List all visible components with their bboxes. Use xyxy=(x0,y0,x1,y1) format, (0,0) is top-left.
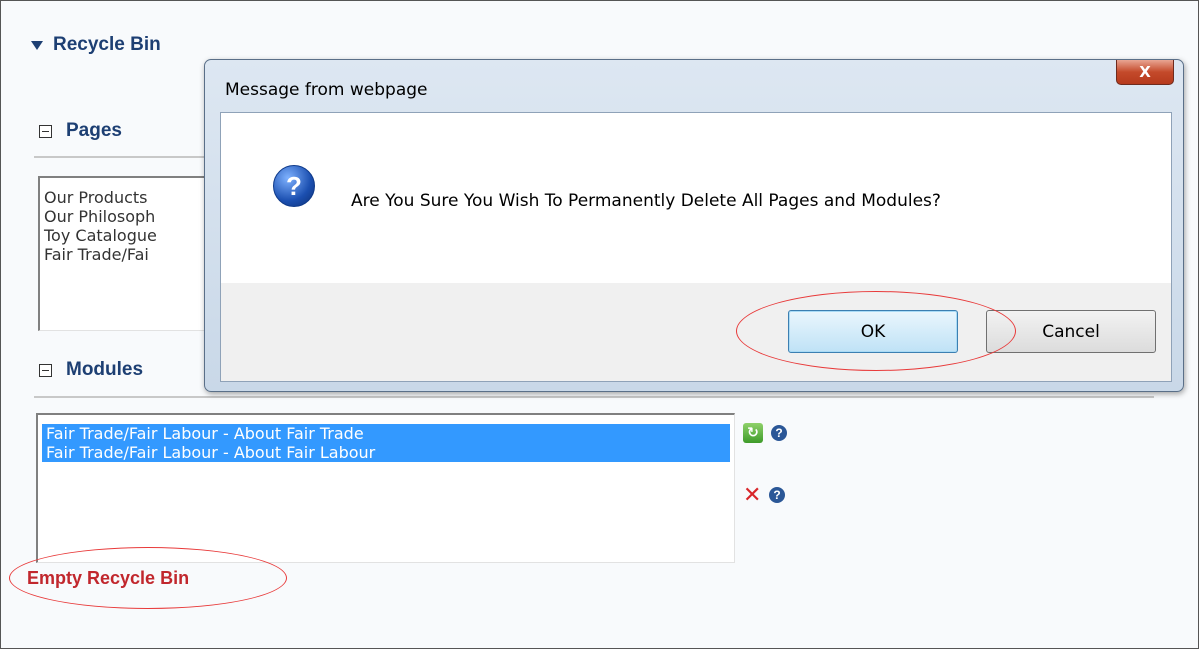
modules-listbox[interactable]: Fair Trade/Fair Labour - About Fair Trad… xyxy=(36,413,735,563)
dialog-message: Are You Sure You Wish To Permanently Del… xyxy=(351,191,941,211)
restore-help-button[interactable]: ? xyxy=(771,425,787,441)
pages-listbox[interactable]: Our Products Our Philosoph Toy Catalogue… xyxy=(38,176,221,331)
restore-button[interactable]: ↻ xyxy=(743,423,763,443)
list-item[interactable]: Fair Trade/Fair Labour - About Fair Labo… xyxy=(42,443,730,462)
modules-header-label: Modules xyxy=(66,359,144,380)
delete-help-button[interactable]: ? xyxy=(769,487,785,503)
help-icon: ? xyxy=(771,425,787,441)
collapse-pages-icon[interactable] xyxy=(39,124,52,138)
list-item[interactable]: Our Philosoph xyxy=(40,207,220,226)
dialog-close-button[interactable]: X xyxy=(1116,60,1174,85)
pages-header-label: Pages xyxy=(66,120,122,141)
empty-recycle-bin-link[interactable]: Empty Recycle Bin xyxy=(27,568,189,589)
expand-triangle-icon[interactable] xyxy=(31,40,43,50)
modules-divider xyxy=(34,396,1154,398)
list-item[interactable]: Fair Trade/Fair Labour - About Fair Trad… xyxy=(42,424,730,443)
list-item[interactable]: Toy Catalogue xyxy=(40,226,220,245)
recycle-bin-title[interactable]: Recycle Bin xyxy=(31,34,161,56)
delete-button[interactable]: ✕ xyxy=(743,485,761,507)
pages-header: Pages xyxy=(39,120,122,142)
message-area: ? Are You Sure You Wish To Permanently D… xyxy=(221,113,1171,283)
modules-header: Modules xyxy=(39,359,143,381)
page-frame: Recycle Bin Pages Our Products Our Philo… xyxy=(0,0,1199,649)
pages-divider xyxy=(34,156,214,158)
delete-icon: ✕ xyxy=(743,483,762,508)
cancel-button[interactable]: Cancel xyxy=(986,310,1156,353)
list-item[interactable]: Our Products xyxy=(40,188,220,207)
question-icon: ? xyxy=(273,165,315,207)
restore-icon: ↻ xyxy=(743,423,763,443)
ok-button[interactable]: OK xyxy=(788,310,958,353)
dialog-title: Message from webpage xyxy=(225,80,428,100)
confirm-dialog: Message from webpage X ? Are You Sure Yo… xyxy=(204,59,1184,392)
close-icon: X xyxy=(1139,63,1151,81)
help-icon: ? xyxy=(769,487,785,503)
collapse-modules-icon[interactable] xyxy=(39,363,52,377)
recycle-bin-title-label: Recycle Bin xyxy=(53,34,161,55)
list-item[interactable]: Fair Trade/Fai xyxy=(40,245,220,264)
